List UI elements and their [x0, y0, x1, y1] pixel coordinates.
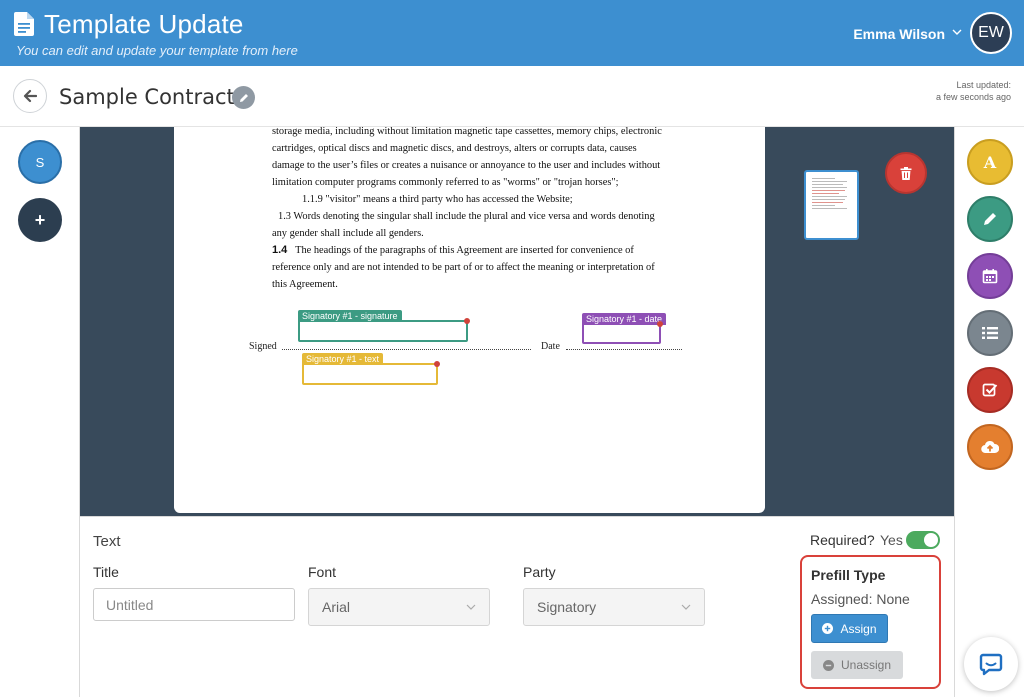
prefill-assigned: Assigned: None [811, 591, 910, 607]
font-select-value: Arial [322, 599, 351, 615]
signature-field[interactable]: Signatory #1 - signature [298, 310, 470, 342]
chevron-down-icon [466, 604, 476, 610]
date-line [566, 349, 682, 350]
page-thumbnail[interactable] [804, 170, 859, 240]
cloud-upload-icon [981, 440, 999, 454]
signature-tool-button[interactable] [967, 196, 1013, 242]
doc-line: storage media, including without limitat… [272, 126, 662, 137]
prefill-title: Prefill Type [811, 567, 886, 583]
edit-name-button[interactable] [232, 86, 255, 109]
app-header: Template Update You can edit and update … [0, 0, 1024, 66]
doc-line: 1.1.9 "visitor" means a third party who … [302, 194, 573, 205]
prefill-section: Prefill Type Assigned: None Assign Unass… [800, 555, 941, 689]
avatar[interactable]: EW [970, 12, 1012, 54]
text-field-tag: Signatory #1 - text [302, 353, 384, 365]
document-name: Sample Contract [59, 85, 235, 109]
document-canvas: storage media, including without limitat… [80, 126, 954, 516]
party-select[interactable]: Signatory [523, 588, 705, 626]
field-properties-panel: Text Required? Yes Title Font Arial Part… [80, 516, 954, 697]
font-select[interactable]: Arial [308, 588, 490, 626]
app-root: Template Update You can edit and update … [0, 0, 1024, 697]
assign-button-label: Assign [840, 621, 877, 636]
resize-handle[interactable] [434, 361, 440, 367]
party-select-value: Signatory [537, 599, 597, 615]
party-label: Party [523, 564, 556, 580]
field-tools-sidebar: A [954, 127, 1024, 697]
resize-handle[interactable] [657, 321, 663, 327]
doc-line: limitation computer programs commonly re… [272, 177, 619, 188]
unassign-button[interactable]: Unassign [811, 651, 903, 679]
text-tool-button[interactable]: A [967, 139, 1013, 185]
date-field[interactable]: Signatory #1 - date [582, 313, 667, 344]
chevron-down-icon[interactable] [952, 28, 962, 36]
required-label: Required? [810, 532, 875, 548]
calendar-icon [982, 269, 998, 284]
add-signer-button[interactable]: + [18, 198, 62, 242]
checkbox-icon [982, 383, 998, 397]
doc-line: 1.3 Words denoting the singular shall in… [278, 211, 655, 222]
date-field-tag: Signatory #1 - date [582, 313, 667, 325]
pencil-icon [239, 93, 248, 102]
plus-circle-icon [822, 623, 834, 634]
date-label: Date [541, 341, 560, 352]
resize-handle[interactable] [464, 318, 470, 324]
doc-line-text: The headings of the paragraphs of this A… [295, 245, 634, 256]
pencil-icon [984, 213, 996, 225]
title-label: Title [93, 564, 119, 580]
last-updated-label: Last updated: [956, 80, 1011, 90]
list-icon [982, 327, 998, 339]
minus-circle-icon [822, 659, 834, 671]
user-menu-name[interactable]: Emma Wilson [853, 26, 945, 42]
signer-button[interactable]: S [18, 140, 62, 184]
arrow-left-icon [23, 89, 37, 103]
text-field[interactable]: Signatory #1 - text [302, 353, 440, 385]
chat-icon [979, 653, 1003, 676]
trash-icon [900, 166, 912, 180]
doc-line: reference only and are not intended to b… [272, 262, 655, 273]
last-updated-value: a few seconds ago [935, 92, 1011, 102]
signature-line [282, 349, 531, 350]
assign-button[interactable]: Assign [811, 614, 888, 643]
signer-sidebar: S + [0, 127, 80, 697]
signature-field-tag: Signatory #1 - signature [298, 310, 402, 322]
required-value: Yes [880, 532, 903, 548]
document-icon [14, 12, 34, 36]
field-type-label: Text [93, 533, 121, 550]
upload-tool-button[interactable] [967, 424, 1013, 470]
page-title: Template Update [44, 9, 244, 39]
document-toolbar: Sample Contract Last updated: a few seco… [0, 66, 1024, 127]
title-input[interactable] [93, 588, 295, 621]
document-text: storage media, including without limitat… [272, 123, 684, 293]
doc-line: cartridges, optical discs and magnetic d… [272, 143, 637, 154]
list-tool-button[interactable] [967, 310, 1013, 356]
doc-line: this Agreement. [272, 279, 338, 290]
back-button[interactable] [13, 79, 47, 113]
unassign-button-label: Unassign [840, 658, 892, 672]
doc-line: damage to the user’s files or creates a … [272, 160, 661, 171]
date-tool-button[interactable] [967, 253, 1013, 299]
doc-line: 1.4 The headings of the paragraphs of th… [272, 242, 684, 259]
chat-button[interactable] [964, 637, 1018, 691]
required-toggle[interactable] [906, 531, 940, 549]
signed-label: Signed [249, 341, 277, 352]
checkbox-tool-button[interactable] [967, 367, 1013, 413]
chevron-down-icon [681, 604, 691, 610]
page-subtitle: You can edit and update your template fr… [16, 43, 298, 58]
last-updated: Last updated: a few seconds ago [936, 79, 1011, 103]
doc-line: any gender shall include all genders. [272, 228, 424, 239]
section-number: 1.4 [272, 244, 288, 256]
font-label: Font [308, 564, 337, 580]
delete-field-button[interactable] [885, 152, 927, 194]
document-page: storage media, including without limitat… [174, 126, 765, 513]
